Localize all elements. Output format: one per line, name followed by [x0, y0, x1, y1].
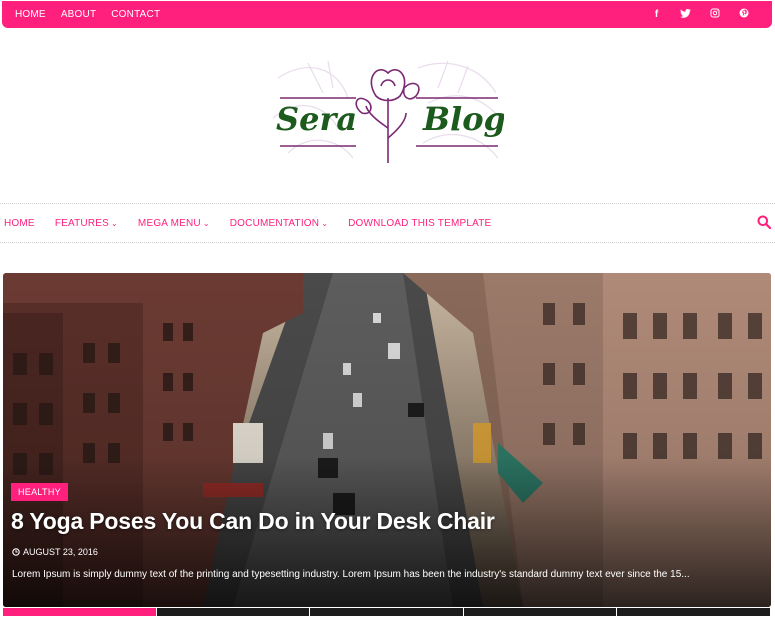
- top-nav-contact[interactable]: CONTACT: [111, 9, 160, 20]
- post-date-text: AUGUST 23, 2016: [23, 547, 98, 557]
- chevron-down-icon: ⌄: [111, 218, 118, 228]
- facebook-icon[interactable]: f: [642, 9, 671, 20]
- top-bar: HOME ABOUT CONTACT f: [2, 1, 772, 28]
- social-links: f: [642, 1, 758, 28]
- post-date: AUGUST 23, 2016: [12, 547, 98, 557]
- main-nav: HOME FEATURES ⌄ MEGA MENU ⌄ DOCUMENTATION ⌄…: [4, 204, 511, 242]
- clock-icon: [12, 548, 20, 556]
- nav-home[interactable]: HOME: [4, 218, 35, 229]
- nav-home-label: HOME: [4, 217, 35, 229]
- search-icon[interactable]: [757, 215, 771, 229]
- featured-post-title[interactable]: 8 Yoga Poses You Can Do in Your Desk Cha…: [11, 508, 495, 535]
- nav-features-label: FEATURES: [54, 217, 110, 229]
- slider-dot-3[interactable]: [310, 608, 464, 616]
- top-nav-home[interactable]: HOME: [15, 9, 46, 20]
- nav-download-template[interactable]: DOWNLOAD THIS TEMPLATE: [348, 218, 491, 229]
- nav-mega-menu-label: MEGA MENU: [137, 217, 201, 229]
- top-nav: HOME ABOUT CONTACT: [15, 1, 175, 28]
- nav-mega-menu[interactable]: MEGA MENU ⌄: [138, 218, 210, 229]
- post-excerpt: Lorem Ipsum is simply dummy text of the …: [12, 569, 690, 580]
- chevron-down-icon: ⌄: [202, 218, 210, 228]
- pinterest-icon[interactable]: [729, 8, 758, 21]
- slider-dot-5[interactable]: [617, 608, 771, 616]
- nav-download-template-label: DOWNLOAD THIS TEMPLATE: [348, 217, 492, 229]
- nav-documentation[interactable]: DOCUMENTATION ⌄: [230, 218, 328, 229]
- main-navbar: HOME FEATURES ⌄ MEGA MENU ⌄ DOCUMENTATION ⌄…: [0, 203, 775, 243]
- featured-post-image[interactable]: [3, 273, 771, 607]
- instagram-icon[interactable]: [700, 8, 729, 21]
- site-logo[interactable]: Sera Blog: [268, 58, 506, 168]
- nav-documentation-label: DOCUMENTATION: [229, 217, 320, 229]
- slider-dot-4[interactable]: [464, 608, 618, 616]
- slider-dot-2[interactable]: [157, 608, 311, 616]
- logo-text-left: Sera: [276, 100, 357, 138]
- category-tag[interactable]: HEALTHY: [11, 483, 68, 501]
- slider-dot-1[interactable]: [3, 608, 157, 616]
- logo-text-right: Blog: [422, 100, 504, 138]
- nav-features[interactable]: FEATURES ⌄: [55, 218, 118, 229]
- twitter-icon[interactable]: [671, 8, 700, 21]
- slider-pagination: [3, 608, 771, 616]
- top-nav-about[interactable]: ABOUT: [61, 9, 96, 20]
- chevron-down-icon: ⌄: [321, 218, 329, 228]
